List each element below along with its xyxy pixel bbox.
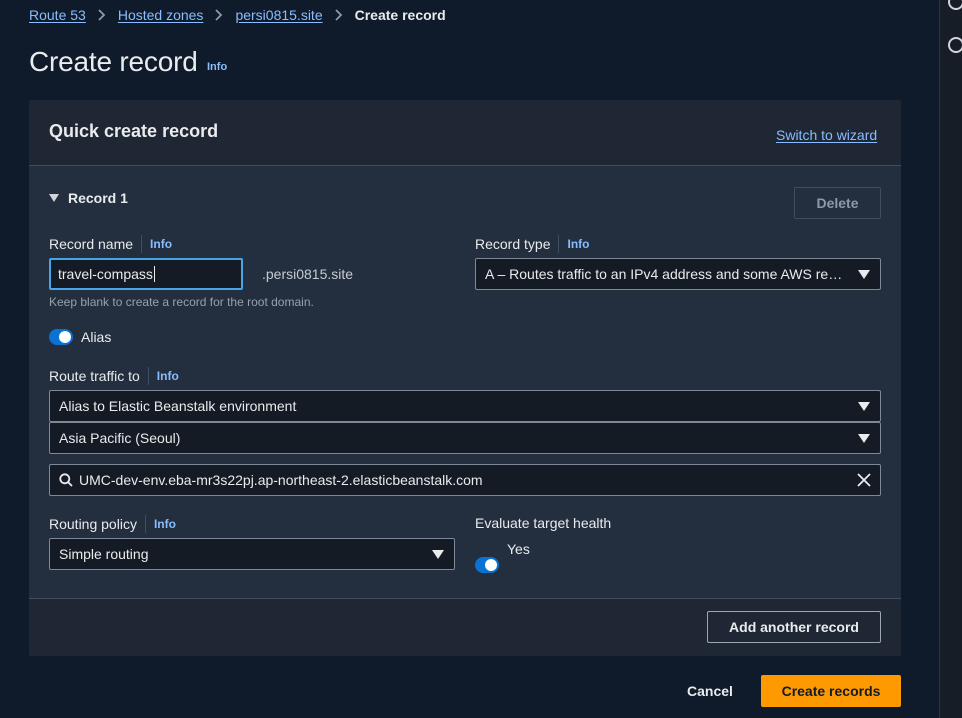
create-records-button[interactable]: Create records [761,675,901,707]
environment-search-input[interactable]: UMC-dev-env.eba-mr3s22pj.ap-northeast-2.… [49,464,881,496]
evaluate-health-label: Evaluate target health [475,515,611,531]
domain-suffix: .persi0815.site [262,266,354,282]
record-name-input[interactable]: travel-compass [49,258,243,290]
cancel-button[interactable]: Cancel [680,676,740,706]
routing-policy-value: Simple routing [59,546,149,562]
divider [29,165,901,166]
record-label: Record 1 [68,190,128,206]
record-name-label-text: Record name [49,236,134,252]
page-title: Create record [29,46,198,77]
routing-policy-info-link[interactable]: Info [154,517,176,531]
endpoint-select[interactable]: Alias to Elastic Beanstalk environment [49,390,881,422]
breadcrumb-route53[interactable]: Route 53 [29,7,86,23]
caret-down-icon [858,433,870,443]
region-select[interactable]: Asia Pacific (Seoul) [49,422,881,454]
breadcrumb: Route 53 Hosted zones persi0815.site Cre… [29,6,446,24]
chevron-right-icon [98,9,106,21]
record-name-value: travel-compass [58,266,153,282]
record-type-label-text: Record type [475,236,551,252]
alias-label: Alias [81,329,112,345]
caret-down-icon [858,401,870,411]
endpoint-value: Alias to Elastic Beanstalk environment [59,398,297,414]
divider [29,598,901,599]
divider [147,367,149,385]
search-icon [59,473,73,487]
breadcrumb-current: Create record [354,7,446,23]
switch-to-wizard-link[interactable]: Switch to wizard [776,127,877,143]
panel-title: Quick create record [49,121,219,141]
divider [141,235,143,253]
breadcrumb-zone[interactable]: persi0815.site [235,7,322,23]
settings-icon[interactable] [948,37,962,53]
right-rail [939,0,962,718]
route-traffic-label-text: Route traffic to [49,368,140,384]
add-another-record-button[interactable]: Add another record [707,611,881,643]
page-info-link[interactable]: Info [207,61,227,73]
routing-policy-label: Routing policy Info [49,515,176,533]
clear-icon[interactable] [857,473,871,487]
record-name-hint: Keep blank to create a record for the ro… [49,295,314,309]
alias-toggle[interactable] [49,329,73,345]
record-type-label: Record type Info [475,235,589,253]
divider [558,235,560,253]
divider [144,515,146,533]
route-traffic-info-link[interactable]: Info [157,369,179,383]
routing-policy-select[interactable]: Simple routing [49,538,455,570]
caret-down-icon [49,194,59,202]
record-type-info-link[interactable]: Info [567,237,589,251]
delete-button[interactable]: Delete [794,187,881,219]
route-traffic-label: Route traffic to Info [49,367,179,385]
breadcrumb-hosted-zones[interactable]: Hosted zones [118,7,204,23]
caret-down-icon [432,549,444,559]
chevron-right-icon [334,9,343,21]
region-value: Asia Pacific (Seoul) [59,430,181,446]
record-name-label: Record name Info [49,235,172,253]
evaluate-health-toggle[interactable] [475,557,499,573]
caret-down-icon [858,269,870,279]
record-expand-toggle[interactable]: Record 1 [49,190,128,206]
record-name-info-link[interactable]: Info [150,237,172,251]
text-cursor [153,266,155,282]
record-type-select[interactable]: A – Routes traffic to an IPv4 address an… [475,258,881,290]
record-type-value: A – Routes traffic to an IPv4 address an… [485,266,848,282]
routing-policy-label-text: Routing policy [49,516,137,532]
environment-search-value: UMC-dev-env.eba-mr3s22pj.ap-northeast-2.… [79,472,483,488]
evaluate-health-value: Yes [507,541,530,557]
evaluate-health-label-text: Evaluate target health [475,515,612,531]
chevron-right-icon [215,9,223,21]
